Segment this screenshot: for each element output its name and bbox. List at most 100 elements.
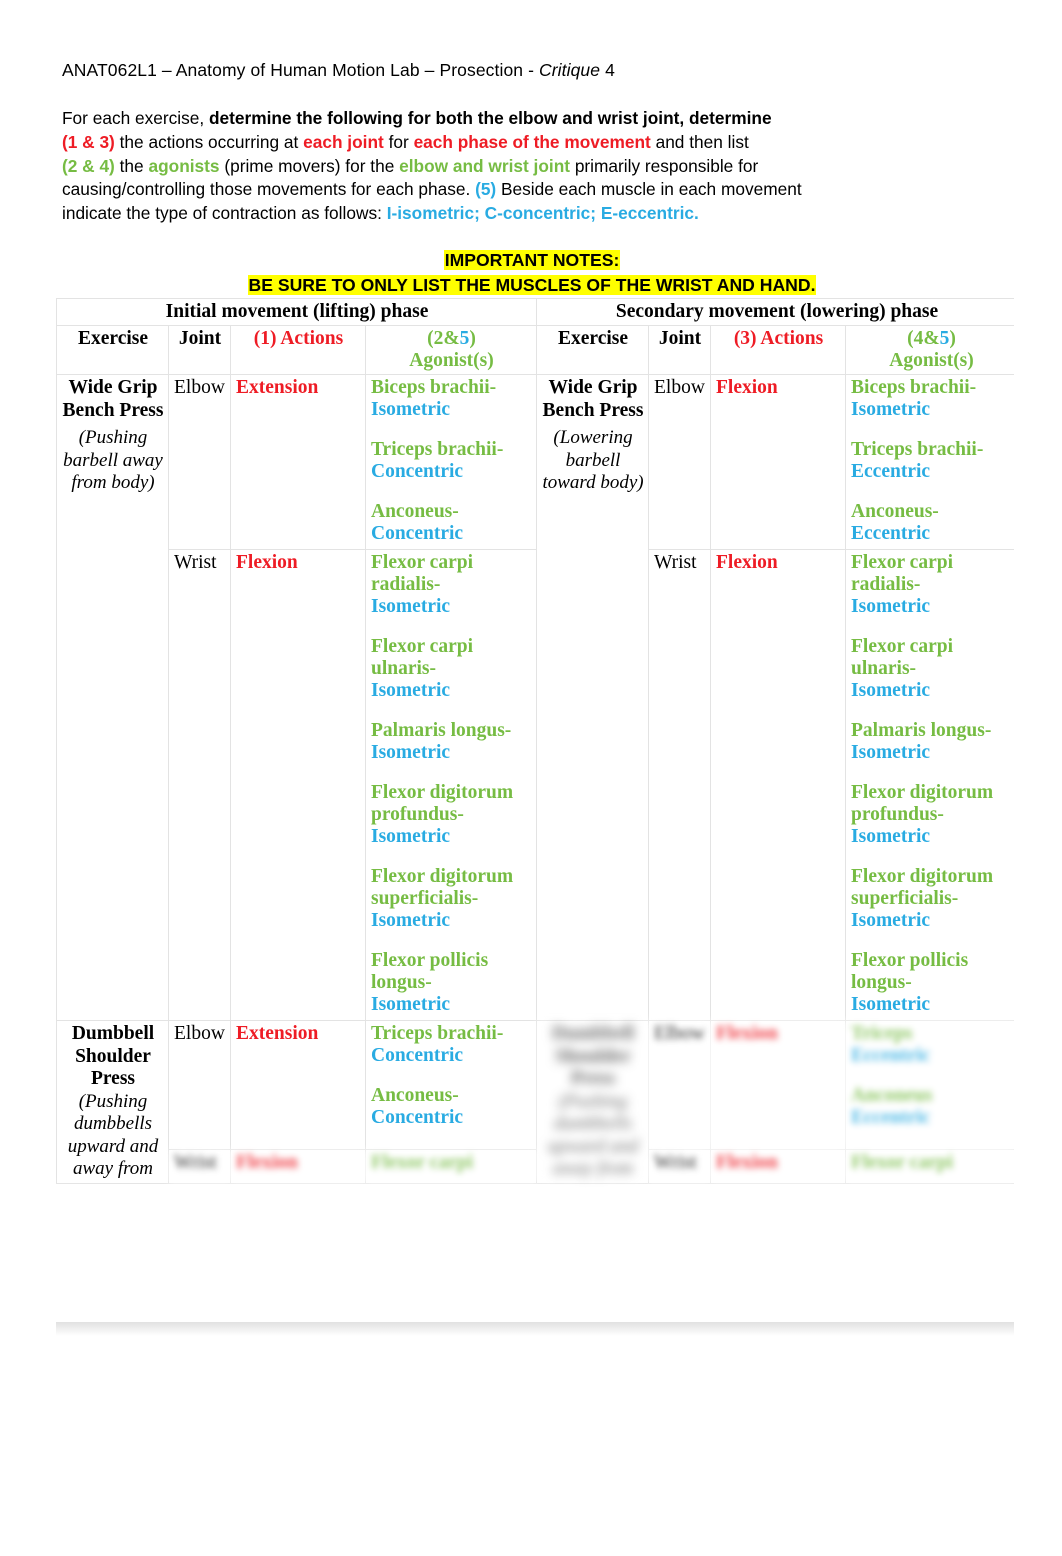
muscle-item: Anconeus- Eccentric xyxy=(851,501,1012,545)
assignment-type: Critique xyxy=(539,60,601,80)
muscle-item: Flexor digitorum superficialis- Isometric xyxy=(371,866,532,932)
contraction-type: Isometric xyxy=(371,910,451,931)
course-name: Anatomy of Human Motion Lab xyxy=(175,60,420,80)
muscle-item: Triceps brachii- Concentric xyxy=(371,439,532,483)
muscle-name: Biceps brachii- xyxy=(371,377,497,398)
exercise-note-left-dsp: (Pushing dumbbells upward and away from xyxy=(67,1090,159,1180)
agonist-cell-left-elbow: Biceps brachii- Isometric Triceps brachii… xyxy=(364,374,538,550)
exercise-cell-right-wgbp: Wide Grip Bench Press (Lowering barbell … xyxy=(536,374,650,1021)
muscle-item: Anconeus- Concentric xyxy=(371,1085,532,1129)
action-cell-left-wrist-dsp: Flexion xyxy=(230,1149,366,1184)
marker-1-and-3: (1 & 3) xyxy=(62,131,115,152)
table-row-wgbp-elbow: Wide Grip Bench Press (Pushing barbell a… xyxy=(56,374,1014,1021)
exercise-name-left-dsp: Dumbbell Shoulder Press xyxy=(71,1023,155,1089)
muscle-item: Anconeus- Concentric xyxy=(371,501,532,545)
col-header-actions-secondary-num: (3) xyxy=(733,328,757,349)
table-row-wgbp-wrist: Wrist Flexion Flexor carpi radialis- Isom… xyxy=(57,549,1014,1021)
muscle-name: Palmaris longus- xyxy=(851,720,992,741)
important-notes-block: IMPORTANT NOTES: BE SURE TO ONLY LIST TH… xyxy=(62,248,1002,298)
muscle-name: Flexor carpi radialis- xyxy=(851,552,954,595)
phrase-elbow-wrist-joint: elbow and wrist joint xyxy=(399,155,571,176)
exercise-name-left-wgbp: Wide Grip Bench Press xyxy=(62,377,164,421)
col-header-joint-left: Joint xyxy=(168,325,231,375)
marker-5: (5) xyxy=(475,179,497,200)
agonist-secondary-num-cyan: 5 xyxy=(939,328,950,349)
critique-table-container: Initial movement (lifting) phase Seconda… xyxy=(56,298,1014,1326)
muscle-item: Anconeus Eccentric xyxy=(851,1085,1012,1129)
exercise-name-right-wgbp: Wide Grip Bench Press xyxy=(542,377,644,421)
muscle-name: Anconeus- xyxy=(851,501,939,522)
muscle-name: Flexor carpi ulnaris- xyxy=(371,636,473,679)
agonist-initial-label: Agonist(s) xyxy=(409,350,494,371)
contraction-type: Isometric xyxy=(851,742,931,763)
muscle-item: Palmaris longus- Isometric xyxy=(851,720,1012,764)
contraction-type: Isometric xyxy=(371,399,451,420)
instructions-l2-plain-c: and then list xyxy=(650,131,749,152)
action-cell-right-elbow-dsp: Flexion xyxy=(710,1019,847,1151)
instructions-l5-plain-a: indicate the type of contraction as foll… xyxy=(62,203,387,224)
exercise-name-right-dsp: Dumbbell Shoulder Press xyxy=(551,1023,635,1089)
contraction-type: Concentric xyxy=(371,1045,464,1066)
exercise-cell-left-dsp: Dumbbell Shoulder Press (Pushing dumbbel… xyxy=(56,1020,169,1184)
muscle-item: Flexor digitorum superficialis- Isometric xyxy=(851,866,1012,932)
muscle-item: Palmaris longus- Isometric xyxy=(371,720,532,764)
assignment-number: 4 xyxy=(600,60,615,80)
contraction-type: Eccentric xyxy=(851,1045,931,1066)
phrase-each-phase: each phase of the movement xyxy=(413,131,651,152)
contraction-type: Isometric xyxy=(371,826,451,847)
table-column-header-row: Exercise Joint (1) Actions (2&5) Agonist… xyxy=(56,325,1014,375)
agonist-cell-left-wrist-dsp: Flexor carpi xyxy=(364,1149,538,1184)
page-fade-overlay xyxy=(56,1176,1014,1326)
contraction-type: Isometric xyxy=(371,994,451,1015)
contraction-type: Isometric xyxy=(371,680,451,701)
muscle-name: Flexor carpi ulnaris- xyxy=(851,636,954,679)
agonist-secondary-label: Agonist(s) xyxy=(889,350,974,371)
agonist-secondary-num-green: (4& xyxy=(907,328,940,349)
muscle-name: Triceps xyxy=(851,1023,913,1044)
col-header-actions-initial-num: (1) xyxy=(253,328,277,349)
contraction-type: Concentric xyxy=(371,1107,464,1128)
contraction-type: Isometric xyxy=(851,399,931,420)
agonist-cell-right-wrist: Flexor carpi radialis- Isometric Flexor c… xyxy=(845,549,1014,1021)
instructions-paragraph: For each exercise, determine the followi… xyxy=(62,107,1002,226)
exercise-note-left-wgbp: (Pushing barbell away from body) xyxy=(63,427,163,493)
muscle-item: Triceps brachii- Eccentric xyxy=(851,439,1012,483)
table-row-dsp-wrist: Wrist Flexion Flexor carpi Wrist Flexion… xyxy=(57,1149,1014,1184)
instructions-l4-plain-b: Beside each muscle in each movement xyxy=(496,179,802,200)
marker-2-and-4: (2 & 4) xyxy=(62,155,115,176)
joint-cell-left-elbow: Elbow xyxy=(168,374,231,550)
muscle-item: Flexor pollicis longus- Isometric xyxy=(371,950,532,1016)
muscle-name: Flexor carpi xyxy=(851,1152,954,1174)
joint-cell-right-wrist-dsp: Wrist xyxy=(648,1149,712,1184)
col-header-exercise-left: Exercise xyxy=(56,325,169,375)
important-notes-body: BE SURE TO ONLY LIST THE MUSCLES OF THE … xyxy=(247,275,817,295)
exercise-cell-left-wgbp: Wide Grip Bench Press (Pushing barbell a… xyxy=(56,374,169,1021)
muscle-name: Biceps brachii- xyxy=(851,377,977,398)
instructions-line1-plain: For each exercise, xyxy=(62,108,209,128)
instructions-line1-bold: determine the following for both the elb… xyxy=(208,108,772,128)
exercise-cell-right-dsp: Dumbbell Shoulder Press (Pushing dumbbel… xyxy=(536,1020,650,1184)
agonist-cell-right-elbow-dsp: Triceps Eccentric Anconeus Eccentric xyxy=(845,1019,1014,1151)
muscle-item: Flexor carpi xyxy=(371,1152,532,1174)
col-header-joint-right: Joint xyxy=(648,325,712,375)
instructions-l4-plain-a: causing/controlling those movements for … xyxy=(62,179,476,200)
document-page: ANAT062L1 – Anatomy of Human Motion Lab … xyxy=(0,0,1062,1556)
contraction-type: Eccentric xyxy=(851,523,931,544)
contraction-type: Isometric xyxy=(851,680,931,701)
agonist-initial-num-green: (2& xyxy=(427,328,460,349)
contraction-type: Eccentric xyxy=(851,1107,931,1128)
muscle-item: Biceps brachii- Isometric xyxy=(371,377,532,421)
muscle-name: Flexor digitorum profundus- xyxy=(371,782,514,825)
muscle-name: Flexor pollicis longus- xyxy=(851,950,969,993)
contraction-type: Eccentric xyxy=(851,461,931,482)
muscle-name: Flexor digitorum superficialis- xyxy=(851,866,994,909)
muscle-name: Anconeus- xyxy=(371,1085,459,1106)
muscle-name: Triceps brachii- xyxy=(371,1023,504,1044)
exercise-note-right-wgbp: (Lowering barbell toward body) xyxy=(542,427,644,493)
action-cell-left-wrist: Flexion xyxy=(230,549,366,1021)
muscle-item: Flexor carpi ulnaris- Isometric xyxy=(371,636,532,702)
col-header-agonist-initial: (2&5) Agonist(s) xyxy=(364,325,538,375)
agonist-secondary-num-close: ) xyxy=(949,328,956,349)
phrase-agonists: agonists xyxy=(148,155,220,176)
muscle-name: Triceps brachii- xyxy=(371,439,504,460)
